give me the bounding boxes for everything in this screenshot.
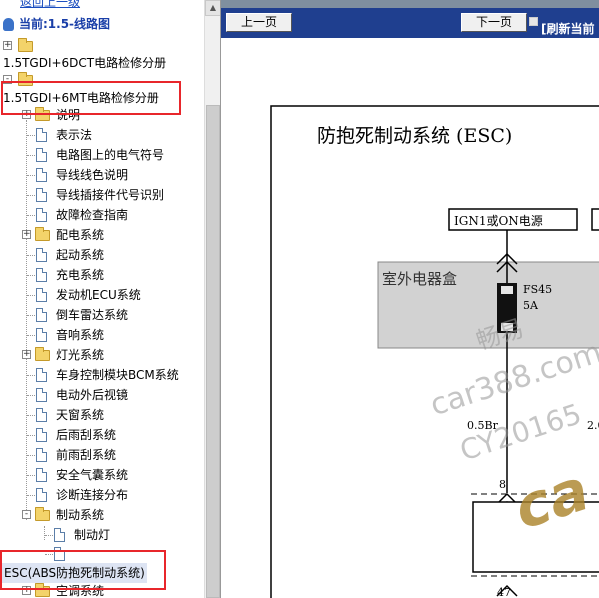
expand-plus-icon[interactable]: +	[3, 41, 12, 50]
document-icon	[36, 488, 47, 502]
back-link[interactable]: 返回上一级	[20, 0, 80, 12]
tree-item-label[interactable]: 制动灯	[74, 525, 110, 545]
folder-icon	[35, 227, 50, 241]
tree-item-label[interactable]: 制动系统	[56, 505, 104, 525]
highlight-box	[1, 81, 181, 115]
tree-item-label[interactable]: 表示法	[56, 125, 92, 145]
tree-item-wire-colors[interactable]: 导线线色说明	[0, 165, 204, 185]
tree-item-label[interactable]: 配电系统	[56, 225, 104, 245]
tree-item-symbols[interactable]: 电路图上的电气符号	[0, 145, 204, 165]
document-icon	[36, 368, 47, 382]
folder-icon	[18, 38, 33, 52]
document-icon	[36, 268, 47, 282]
tree-item-label[interactable]: 安全气囊系统	[56, 465, 128, 485]
document-icon	[36, 188, 47, 202]
document-icon	[36, 248, 47, 262]
document-icon	[36, 148, 47, 162]
document-icon	[36, 328, 47, 342]
tree-item-diagnostic[interactable]: 诊断连接分布	[0, 485, 204, 505]
tree-item-label[interactable]: 后雨刮系统	[56, 425, 116, 445]
document-icon	[36, 168, 47, 182]
fuse-box-label: 室外电器盒	[382, 270, 457, 288]
tree-item-power-dist[interactable]: + 配电系统	[0, 225, 204, 245]
document-icon	[36, 448, 47, 462]
globe-icon	[3, 18, 14, 31]
next-page-button[interactable]: 下一页	[461, 13, 527, 32]
tree-item-label[interactable]: 导线插接件代号识别	[56, 185, 164, 205]
tree-item-connector-codes[interactable]: 导线插接件代号识别	[0, 185, 204, 205]
open-folder-icon	[35, 507, 50, 521]
tree-item-charging[interactable]: 充电系统	[0, 265, 204, 285]
tree-item-parking-radar[interactable]: 倒车雷达系统	[0, 305, 204, 325]
tree-item-bcm[interactable]: 车身控制模块BCM系统	[0, 365, 204, 385]
scroll-up-arrow-icon[interactable]: ▲	[205, 0, 220, 16]
tree-item-braking[interactable]: - 制动系统	[0, 505, 204, 525]
power-label-box-2	[591, 208, 599, 231]
tree-item-label[interactable]: 电动外后视镜	[56, 385, 128, 405]
tree-item-label[interactable]: 充电系统	[56, 265, 104, 285]
checkbox-icon[interactable]	[529, 17, 538, 26]
tree-item-airbag[interactable]: 安全气囊系统	[0, 465, 204, 485]
document-icon	[36, 388, 47, 402]
tree-item-rear-wiper[interactable]: 后雨刮系统	[0, 425, 204, 445]
tree-item-engine-ecu[interactable]: 发动机ECU系统	[0, 285, 204, 305]
document-icon	[36, 128, 47, 142]
tree-item-brake-light[interactable]: 制动灯	[0, 525, 204, 545]
tree-item-label[interactable]: 倒车雷达系统	[56, 305, 128, 325]
fuse-name: FS45	[523, 283, 552, 296]
wire-label: 2.0	[587, 419, 599, 432]
tree-item-label[interactable]: 电路图上的电气符号	[56, 145, 164, 165]
tree-pane: 返回上一级 当前:1.5-线路图 + 1.5TGDI+6DCT电路检修分册 - …	[0, 0, 220, 598]
document-icon	[36, 408, 47, 422]
document-icon	[54, 528, 65, 542]
tree-item-label[interactable]: 故障检查指南	[56, 205, 128, 225]
document-pane: 上一页 下一页 [刷新当前 防抱死制动系统 (ESC) IGN1或ON电源 室外…	[220, 0, 599, 598]
fuse-rating: 5A	[523, 299, 539, 312]
tree-item-sunroof[interactable]: 天窗系统	[0, 405, 204, 425]
expand-plus-icon[interactable]: +	[22, 350, 31, 359]
tree-item-biaoshifa[interactable]: 表示法	[0, 125, 204, 145]
tree-item-label[interactable]: 音响系统	[56, 325, 104, 345]
tree-item-starting[interactable]: 起动系统	[0, 245, 204, 265]
tree-item-label[interactable]: 起动系统	[56, 245, 104, 265]
tree-item-label[interactable]: 灯光系统	[56, 345, 104, 365]
document-icon	[36, 468, 47, 482]
document-icon	[36, 288, 47, 302]
tree-item-mirrors[interactable]: 电动外后视镜	[0, 385, 204, 405]
page-nav-bar: 上一页 下一页 [刷新当前	[221, 8, 599, 38]
tree-item-label[interactable]: 前雨刮系统	[56, 445, 116, 465]
scrollbar-thumb[interactable]	[206, 105, 220, 598]
tree-item-fault-guide[interactable]: 故障检查指南	[0, 205, 204, 225]
power-label: IGN1或ON电源	[454, 214, 543, 228]
tree-item-front-wiper[interactable]: 前雨刮系统	[0, 445, 204, 465]
tree-item-label[interactable]: 诊断连接分布	[56, 485, 128, 505]
expand-plus-icon[interactable]: +	[22, 230, 31, 239]
tree-item-label[interactable]: 天窗系统	[56, 405, 104, 425]
top-strip	[221, 0, 599, 8]
document-icon	[36, 208, 47, 222]
tree-scrollbar[interactable]: ▲	[204, 0, 220, 598]
tree-item-lighting[interactable]: + 灯光系统	[0, 345, 204, 365]
tree-item-label[interactable]: 发动机ECU系统	[56, 285, 141, 305]
refresh-current-link[interactable]: [刷新当前	[541, 20, 595, 37]
prev-page-button[interactable]: 上一页	[226, 13, 292, 32]
folder-icon	[35, 347, 50, 361]
tree-item-audio[interactable]: 音响系统	[0, 325, 204, 345]
wiring-diagram: 防抱死制动系统 (ESC) IGN1或ON电源 室外电器盒 FS45 5A 0.…	[221, 38, 599, 598]
diagram-title: 防抱死制动系统 (ESC)	[317, 125, 512, 147]
pin-number: 8	[499, 478, 506, 491]
current-path: 当前:1.5-线路图	[19, 17, 111, 31]
tree-item-label[interactable]: 导线线色说明	[56, 165, 128, 185]
back-link-row[interactable]: 返回上一级	[0, 0, 204, 12]
collapse-minus-icon[interactable]: -	[22, 510, 31, 519]
tree-item-label[interactable]: 车身控制模块BCM系统	[56, 365, 179, 385]
document-icon	[36, 428, 47, 442]
current-path-row: 当前:1.5-线路图	[0, 14, 204, 34]
highlight-box	[0, 550, 166, 590]
document-icon	[36, 308, 47, 322]
